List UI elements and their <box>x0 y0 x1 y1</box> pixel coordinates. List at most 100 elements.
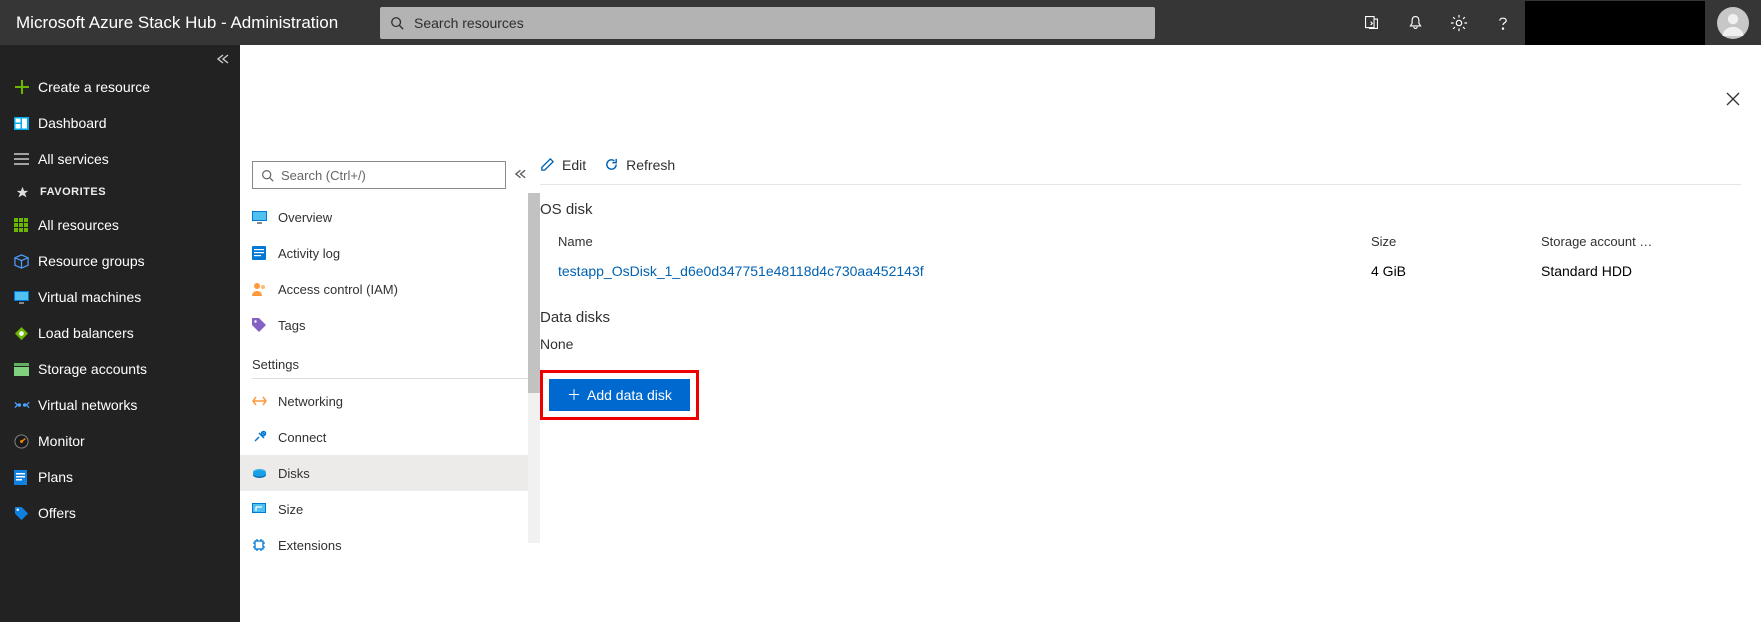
sidebar-item-label: Resource groups <box>38 253 145 269</box>
resnav-extensions[interactable]: Extensions <box>240 527 540 563</box>
col-name: Name <box>558 234 1371 249</box>
activitylog-icon <box>252 246 278 260</box>
resnav-tags[interactable]: Tags <box>240 307 540 343</box>
disks-icon <box>252 467 278 480</box>
networking-icon <box>252 395 278 407</box>
connect-icon <box>252 430 278 444</box>
resnav-access-control[interactable]: Access control (IAM) <box>240 271 540 307</box>
loadbalancer-icon <box>14 326 38 341</box>
refresh-icon <box>604 157 626 172</box>
resnav-scrollbar[interactable] <box>528 193 540 543</box>
resnav-item-label: Disks <box>278 466 310 481</box>
resnav-item-label: Access control (IAM) <box>278 282 398 297</box>
create-resource[interactable]: Create a resource <box>0 69 240 105</box>
table-header: Name Size Storage account … <box>540 228 1741 259</box>
sidebar-item-label: Virtual machines <box>38 289 141 305</box>
dashboard-icon <box>14 117 38 130</box>
avatar[interactable] <box>1717 7 1749 39</box>
star-icon <box>16 186 40 199</box>
resnav-item-label: Size <box>278 502 303 517</box>
size-icon <box>252 503 278 516</box>
os-disk-size: 4 GiB <box>1371 263 1541 279</box>
add-data-disk-button[interactable]: ＋ Add data disk <box>549 379 690 411</box>
sidebar-item-virtual-machines[interactable]: Virtual machines <box>0 279 240 315</box>
gauge-icon <box>14 434 38 449</box>
sidebar-item-storage-accounts[interactable]: Storage accounts <box>0 351 240 387</box>
cube-icon <box>14 254 38 269</box>
create-resource-label: Create a resource <box>38 79 150 95</box>
topbar-title: Microsoft Azure Stack Hub - Administrati… <box>0 0 380 45</box>
resnav-size[interactable]: Size <box>240 491 540 527</box>
plus-icon: ＋ <box>567 385 581 405</box>
sidebar-item-plans[interactable]: Plans <box>0 459 240 495</box>
favorites-heading: FAVORITES <box>0 177 240 207</box>
sidebar-item-offers[interactable]: Offers <box>0 495 240 531</box>
storage-icon <box>14 363 38 376</box>
monitor-icon <box>14 291 38 304</box>
sidebar-item-load-balancers[interactable]: Load balancers <box>0 315 240 351</box>
all-services-label: All services <box>38 151 109 167</box>
resnav-item-label: Overview <box>278 210 332 225</box>
sidebar-item-monitor[interactable]: Monitor <box>0 423 240 459</box>
resnav-disks[interactable]: Disks <box>240 455 540 491</box>
add-data-disk-label: Add data disk <box>587 387 672 403</box>
resnav-item-label: Tags <box>278 318 305 333</box>
sidebar-item-label: Monitor <box>38 433 85 449</box>
resnav-item-label: Activity log <box>278 246 340 261</box>
resnav-overview[interactable]: Overview <box>240 199 540 235</box>
sidenav-collapse-icon[interactable] <box>0 45 240 69</box>
network-icon <box>14 400 38 410</box>
directory-switch-icon[interactable] <box>1349 1 1393 45</box>
notifications-icon[interactable] <box>1393 1 1437 45</box>
global-search-input[interactable] <box>414 15 1155 31</box>
tag-icon <box>14 506 38 521</box>
tags-icon <box>252 318 278 332</box>
data-disks-heading: Data disks <box>540 309 1741 326</box>
refresh-button[interactable]: Refresh <box>604 157 675 173</box>
edit-label: Edit <box>562 157 586 173</box>
sidebar-item-label: Load balancers <box>38 325 134 341</box>
plans-icon <box>14 470 38 485</box>
resnav-item-label: Connect <box>278 430 326 445</box>
sidebar-item-label: Storage accounts <box>38 361 147 377</box>
refresh-label: Refresh <box>626 157 675 173</box>
monitor-icon <box>252 211 278 224</box>
pencil-icon <box>540 157 562 172</box>
help-icon[interactable] <box>1481 1 1525 45</box>
resnav-item-label: Extensions <box>278 538 342 553</box>
col-size: Size <box>1371 234 1541 249</box>
global-search[interactable] <box>380 7 1155 39</box>
dashboard[interactable]: Dashboard <box>0 105 240 141</box>
extensions-icon <box>252 538 278 552</box>
resnav-item-label: Networking <box>278 394 343 409</box>
grid-icon <box>14 218 38 232</box>
sidebar-item-resource-groups[interactable]: Resource groups <box>0 243 240 279</box>
resnav-activity-log[interactable]: Activity log <box>240 235 540 271</box>
os-disk-link[interactable]: testapp_OsDisk_1_d6e0d347751e48118d4c730… <box>558 263 924 279</box>
os-disk-heading: OS disk <box>540 201 1741 218</box>
all-services[interactable]: All services <box>0 141 240 177</box>
data-disks-none: None <box>540 336 1741 352</box>
sidebar-item-label: All resources <box>38 217 119 233</box>
settings-icon[interactable] <box>1437 1 1481 45</box>
sidebar-item-all-resources[interactable]: All resources <box>0 207 240 243</box>
all-services-icon <box>14 153 38 165</box>
add-data-disk-highlight: ＋ Add data disk <box>540 370 699 420</box>
os-disk-row: testapp_OsDisk_1_d6e0d347751e48118d4c730… <box>540 259 1741 293</box>
col-storage-account-type: Storage account … <box>1541 234 1741 249</box>
dashboard-label: Dashboard <box>38 115 107 131</box>
sidebar-item-label: Offers <box>38 505 76 521</box>
close-icon[interactable] <box>1725 91 1741 112</box>
resnav-connect[interactable]: Connect <box>240 419 540 455</box>
edit-button[interactable]: Edit <box>540 157 586 173</box>
resource-search-input[interactable] <box>281 168 505 183</box>
sidebar-item-label: Virtual networks <box>38 397 137 413</box>
search-icon <box>380 16 414 30</box>
plus-icon <box>14 79 38 95</box>
iam-icon <box>252 282 278 296</box>
resource-search[interactable] <box>252 161 506 189</box>
account-area[interactable] <box>1525 1 1705 45</box>
sidebar-item-virtual-networks[interactable]: Virtual networks <box>0 387 240 423</box>
resnav-collapse-icon[interactable] <box>506 166 534 184</box>
resnav-networking[interactable]: Networking <box>240 383 540 419</box>
